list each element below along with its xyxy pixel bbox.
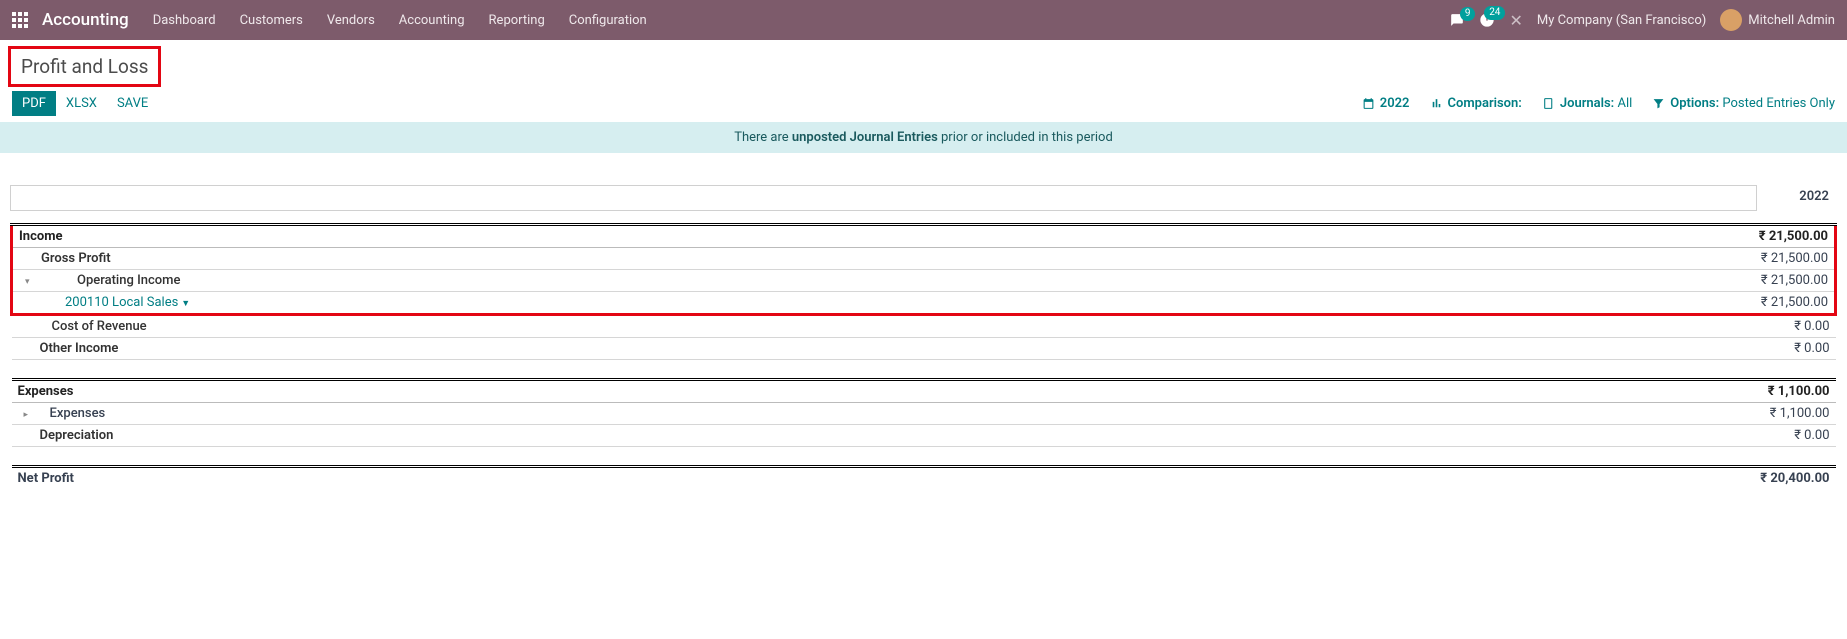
row-gross-profit[interactable]: Gross Profit ₹ 21,500.00 [12, 248, 1836, 270]
row-expenses[interactable]: ▸Expenses ₹ 1,100.00 [12, 403, 1836, 425]
filter-comparison[interactable]: Comparison: [1430, 96, 1522, 111]
nav-accounting[interactable]: Accounting [399, 13, 465, 28]
report-body: 2022 Income ₹ 21,500.00 Gross Profit ₹ 2… [0, 173, 1847, 501]
row-net-profit: Net Profit ₹ 20,400.00 [12, 467, 1836, 490]
filter-icon [1652, 97, 1665, 110]
row-income[interactable]: Income ₹ 21,500.00 [12, 225, 1836, 248]
row-other-income[interactable]: Other Income ₹ 0.00 [12, 338, 1836, 360]
xlsx-button[interactable]: XLSX [56, 91, 107, 116]
pdf-button[interactable]: PDF [12, 91, 56, 116]
nav-menu: Dashboard Customers Vendors Accounting R… [153, 13, 647, 28]
nav-dashboard[interactable]: Dashboard [153, 13, 216, 28]
account-link-local-sales[interactable]: 200110 Local Sales▼ [65, 295, 190, 310]
nav-reporting[interactable]: Reporting [489, 13, 545, 28]
row-expenses-section[interactable]: Expenses ₹ 1,100.00 [12, 380, 1836, 403]
close-icon[interactable]: ✕ [1509, 11, 1522, 30]
company-switcher[interactable]: My Company (San Francisco) [1537, 13, 1706, 28]
calendar-icon [1362, 97, 1375, 110]
action-row: PDF XLSX SAVE 2022 Comparison: Journals:… [8, 87, 1839, 120]
messages-badge: 9 [1460, 7, 1476, 21]
filter-options[interactable]: Options: Posted Entries Only [1652, 96, 1835, 111]
row-cost-revenue[interactable]: Cost of Revenue ₹ 0.00 [12, 315, 1836, 338]
apps-icon[interactable] [12, 12, 28, 28]
filter-date[interactable]: 2022 [1362, 96, 1410, 111]
unposted-link[interactable]: unposted Journal Entries [792, 130, 938, 145]
caret-down-icon: ▼ [181, 299, 190, 309]
app-title[interactable]: Accounting [42, 10, 129, 30]
user-menu[interactable]: Mitchell Admin [1720, 9, 1835, 31]
messages-icon[interactable]: 9 [1449, 13, 1465, 27]
filter-journals[interactable]: Journals: All [1542, 96, 1632, 111]
save-button[interactable]: SAVE [107, 91, 158, 116]
activities-icon[interactable]: 24 [1479, 12, 1495, 28]
report-table: Income ₹ 21,500.00 Gross Profit ₹ 21,500… [10, 223, 1837, 489]
chart-icon [1430, 97, 1443, 110]
top-nav: Accounting Dashboard Customers Vendors A… [0, 0, 1847, 40]
control-area: Profit and Loss PDF XLSX SAVE 2022 Compa… [0, 40, 1847, 120]
nav-customers[interactable]: Customers [240, 13, 303, 28]
page-title: Profit and Loss [8, 46, 161, 87]
avatar [1720, 9, 1742, 31]
chevron-right-icon[interactable]: ▸ [24, 410, 34, 420]
filter-strip: 2022 Comparison: Journals: All Options: … [1362, 96, 1835, 111]
report-search-input[interactable] [10, 185, 1757, 211]
user-name: Mitchell Admin [1748, 13, 1835, 28]
col-year: 2022 [1757, 185, 1837, 211]
activities-badge: 24 [1484, 6, 1505, 20]
row-local-sales[interactable]: 200110 Local Sales▼ ₹ 21,500.00 [12, 292, 1836, 315]
report-header: 2022 [10, 185, 1837, 211]
nav-vendors[interactable]: Vendors [327, 13, 375, 28]
unposted-alert: There are unposted Journal Entries prior… [0, 122, 1847, 153]
chevron-down-icon[interactable]: ▾ [25, 277, 35, 287]
row-depreciation[interactable]: Depreciation ₹ 0.00 [12, 425, 1836, 447]
book-icon [1542, 97, 1555, 110]
nav-configuration[interactable]: Configuration [569, 13, 647, 28]
row-operating-income[interactable]: ▾Operating Income ₹ 21,500.00 [12, 270, 1836, 292]
topnav-right: 9 24 ✕ My Company (San Francisco) Mitche… [1449, 9, 1835, 31]
